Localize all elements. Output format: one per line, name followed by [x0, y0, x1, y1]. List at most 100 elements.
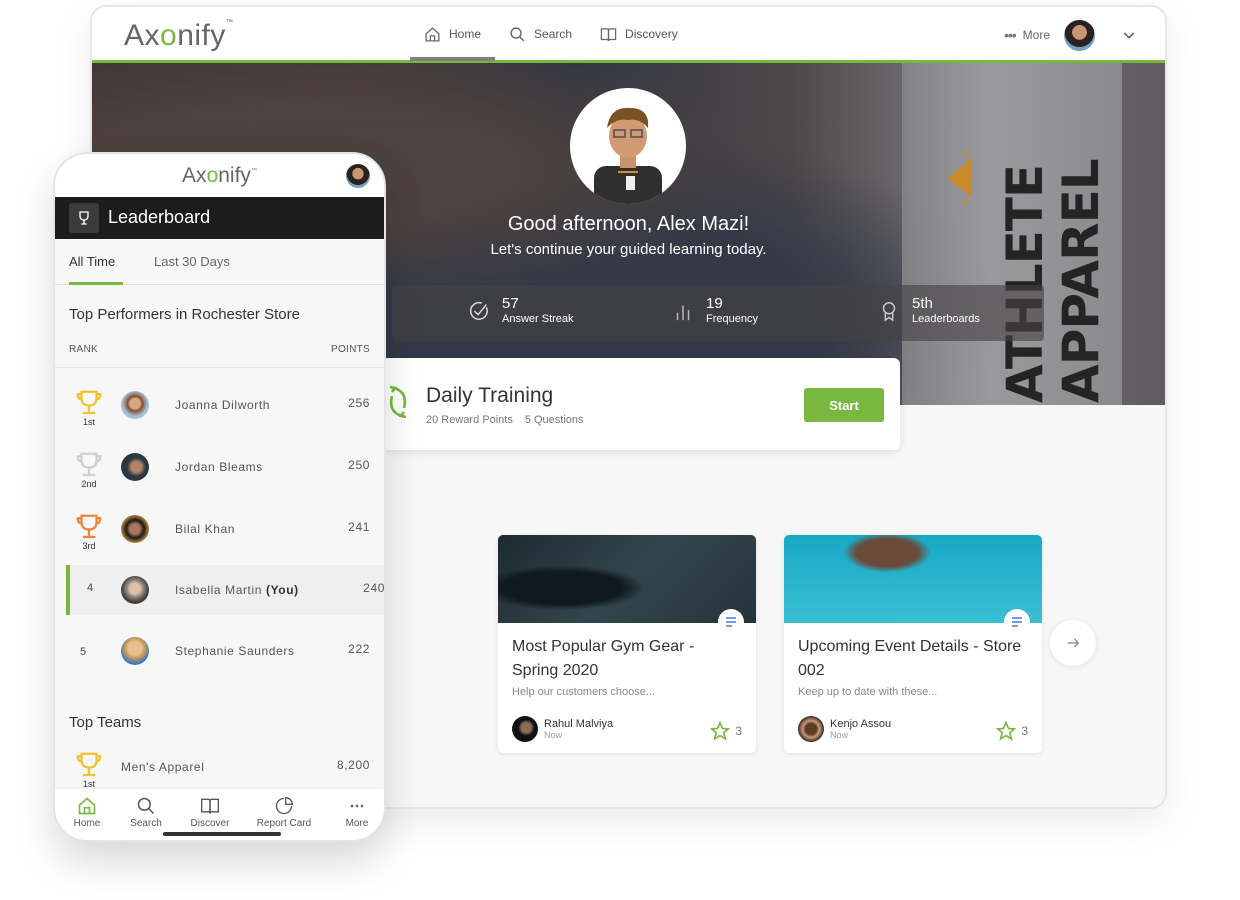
lines-icon	[1012, 617, 1022, 627]
person-name: Jordan Bleams	[175, 460, 263, 474]
daily-training-card[interactable]: Daily Training 20 Reward Points 5 Questio…	[382, 358, 900, 450]
rank-number: 5	[80, 646, 87, 658]
nav-label: Report Card	[256, 818, 312, 829]
question-count: 5 Questions	[524, 414, 584, 426]
bronze-trophy-icon	[76, 514, 102, 539]
tab-all-time[interactable]: All Time	[69, 254, 115, 269]
bottom-nav-report-card[interactable]: Report Card	[255, 796, 313, 829]
user-avatar[interactable]	[1064, 19, 1095, 51]
post-time: Now	[830, 730, 849, 740]
bottom-nav-search[interactable]: Search	[116, 796, 176, 829]
divider	[55, 367, 384, 368]
home-icon	[78, 797, 96, 815]
logo-trademark: ™	[250, 168, 257, 174]
leaderboard-header: Leaderboard	[55, 197, 384, 239]
points-value: 256	[348, 396, 370, 410]
card-author: Rahul Malviya Now	[512, 716, 613, 742]
nav-discovery[interactable]: Discovery	[586, 7, 692, 61]
card-author: Kenjo Assou Now	[798, 716, 891, 742]
start-button[interactable]: Start	[804, 388, 884, 422]
axonify-logo[interactable]: Axonify™	[124, 19, 233, 53]
points-value: 240	[363, 581, 385, 595]
leaderboard-row[interactable]: 3rd Bilal Khan 241	[55, 512, 384, 562]
bottom-nav-home[interactable]: Home	[57, 796, 117, 829]
rank-badge: 2nd	[72, 450, 106, 489]
stat-label: Answer Streak	[502, 313, 574, 325]
name-text: Joanna Dilworth	[175, 398, 271, 412]
card-image	[784, 535, 1042, 623]
rank-badge: 1st	[72, 388, 106, 427]
nav-search[interactable]: Search	[495, 7, 586, 61]
article-badge	[718, 609, 744, 635]
card-rating[interactable]: 3	[710, 721, 742, 741]
points-value: 250	[348, 458, 370, 472]
leaderboard-row[interactable]: 2nd Jordan Bleams 250	[55, 450, 384, 500]
active-tab-indicator	[69, 282, 123, 285]
stats-bar: 57 Answer Streak 19 Frequency 5th Leaderboa…	[392, 285, 1044, 341]
nav-right: ••• More	[1004, 7, 1137, 63]
nav-home-label: Home	[449, 27, 482, 41]
card-rating[interactable]: 3	[996, 721, 1028, 741]
carousel-next-button[interactable]	[1050, 620, 1096, 666]
axonify-logo[interactable]: Axonify™	[55, 164, 384, 188]
rank-badge: 3rd	[72, 512, 106, 551]
main-nav: Home Search Discovery	[410, 7, 692, 63]
nav-home[interactable]: Home	[410, 7, 496, 61]
stat-value: 5th	[912, 295, 933, 312]
phone-top-bar: Axonify™	[55, 154, 384, 197]
rank-label: 2nd	[81, 479, 97, 489]
rank-column-header: RANK	[69, 344, 98, 355]
person-avatar	[121, 576, 149, 604]
name-text: Jordan Bleams	[175, 460, 263, 474]
teams-section-title: Top Teams	[69, 714, 142, 731]
logo-o: o	[206, 164, 219, 187]
daily-training-title: Daily Training	[426, 384, 554, 407]
content-card[interactable]: Upcoming Event Details - Store 002 Keep …	[784, 535, 1042, 753]
nav-label: Discover	[190, 818, 230, 829]
content-card[interactable]: Most Popular Gym Gear - Spring 2020 Help…	[498, 535, 756, 753]
tab-last-30-days[interactable]: Last 30 Days	[154, 254, 230, 269]
gold-trophy-icon	[76, 752, 102, 777]
stat-value: 57	[502, 295, 519, 312]
card-image	[498, 535, 756, 623]
bottom-nav-discover[interactable]: Discover	[180, 796, 240, 829]
author-name: Kenjo Assou	[830, 718, 892, 730]
card-title: Upcoming Event Details - Store 002	[798, 638, 1022, 679]
search-icon	[137, 797, 155, 815]
check-circle-icon	[469, 301, 488, 320]
leaderboard-row-current-user[interactable]: 4 Isabella Martin (You) 240	[66, 565, 385, 615]
bottom-nav-more[interactable]: More	[327, 796, 384, 829]
home-icon	[425, 26, 440, 42]
chevron-down-icon[interactable]	[1121, 27, 1137, 43]
card-title: Most Popular Gym Gear - Spring 2020	[512, 638, 695, 679]
person-avatar	[121, 391, 149, 419]
refresh-cycle-icon	[389, 385, 407, 419]
leaderboard-row[interactable]: 1st Joanna Dilworth 256	[55, 388, 384, 438]
name-text: Men's Apparel	[121, 760, 205, 774]
gold-trophy-icon	[76, 390, 102, 415]
logo-text: Ax	[124, 19, 161, 52]
crown-logo-icon	[948, 152, 972, 204]
rank-badge: 1st	[72, 750, 106, 789]
logo-trademark: ™	[225, 19, 234, 26]
more-dots-icon	[350, 804, 364, 808]
person-avatar	[121, 453, 149, 481]
cartoon-avatar-icon	[594, 107, 662, 204]
phone-frame: Axonify™ Leaderboard All Time Last 30 Da…	[53, 152, 386, 842]
logo-text: Ax	[182, 164, 207, 187]
user-avatar[interactable]	[346, 164, 370, 188]
home-indicator	[163, 832, 281, 836]
author-name: Rahul Malviya	[544, 718, 614, 730]
silver-trophy-icon	[76, 452, 102, 477]
person-name: Bilal Khan	[175, 522, 235, 536]
pie-chart-icon	[275, 796, 294, 815]
stage: Axonify™ Home Search Discovery ••• More …	[0, 0, 1240, 900]
nav-label: Home	[73, 818, 101, 829]
rank-label: 1st	[82, 779, 95, 789]
card-description: Keep up to date with these...	[798, 686, 938, 698]
nav-label: More	[345, 818, 369, 829]
rating-count: 3	[735, 724, 742, 738]
leaderboard-row[interactable]: 5 Stephanie Saunders 222	[55, 626, 384, 676]
more-button[interactable]: ••• More	[1004, 27, 1050, 43]
logo-o: o	[160, 19, 178, 52]
